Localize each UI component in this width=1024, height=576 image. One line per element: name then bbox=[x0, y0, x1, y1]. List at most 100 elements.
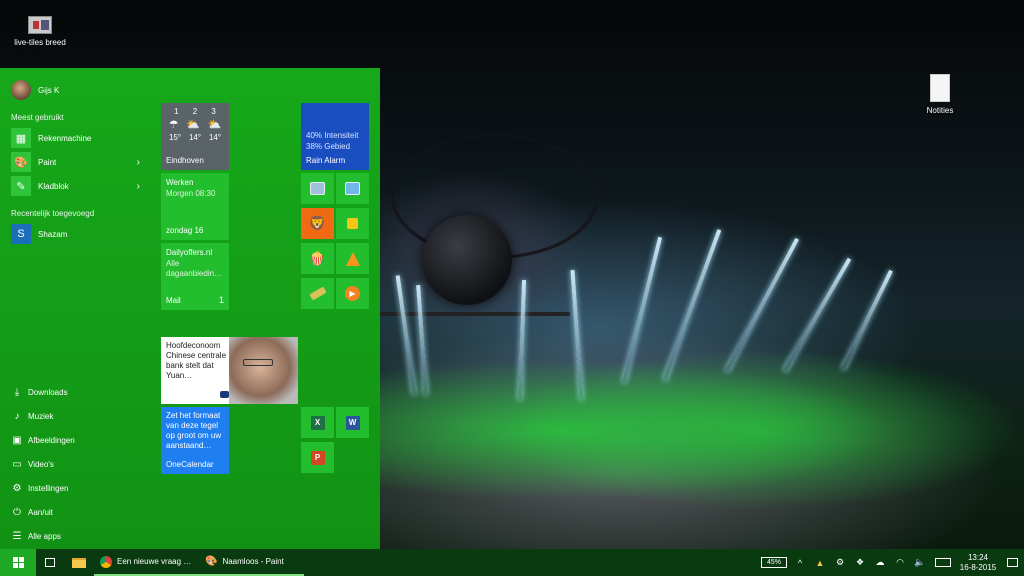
tile-mail[interactable]: Dailyoffers.nl Alle dagaanbiedin… Mail 1 bbox=[161, 243, 229, 310]
taskbar-app-chrome[interactable]: Een nieuwe vraag … bbox=[94, 549, 199, 576]
tile-small-ing[interactable]: 🦁 bbox=[301, 208, 334, 239]
taskbar: Een nieuwe vraag … 🎨 Naamloos - Paint 45… bbox=[0, 549, 1024, 576]
dropbox-tray[interactable]: ❖ bbox=[850, 549, 870, 576]
tile-small-excel[interactable]: X bbox=[301, 407, 334, 438]
app-item-label: Rekenmachine bbox=[38, 133, 92, 143]
keyboard-icon bbox=[935, 558, 951, 567]
chevron-up-icon: ^ bbox=[797, 557, 803, 568]
weather-temp: 14° bbox=[208, 133, 222, 142]
link-afbeeldingen[interactable]: ▣ Afbeeldingen bbox=[11, 432, 74, 448]
chevron-right-icon[interactable]: › bbox=[137, 181, 140, 192]
weather-day: 3 bbox=[211, 107, 216, 116]
link-label: Alle apps bbox=[28, 531, 61, 541]
desktop-icon-notities[interactable]: Notities bbox=[920, 74, 960, 115]
rain-icon: ☂ bbox=[168, 119, 179, 131]
folder-icon bbox=[72, 557, 86, 568]
tile-small-word[interactable]: W bbox=[336, 407, 369, 438]
tile-small-sticky[interactable] bbox=[336, 208, 369, 239]
taskbar-app-paint[interactable]: 🎨 Naamloos - Paint bbox=[199, 549, 304, 576]
tile-small-popcorn[interactable]: 🍿 bbox=[301, 243, 334, 274]
user-account-button[interactable]: Gijs K bbox=[11, 80, 59, 100]
tile-label: Eindhoven bbox=[166, 156, 204, 165]
link-downloads[interactable]: ⤓ Downloads bbox=[11, 384, 68, 400]
wallpaper-light-beam bbox=[841, 269, 893, 371]
mail-subject-cont: dagaanbiedin… bbox=[166, 269, 223, 278]
wallpaper-light-beam bbox=[662, 229, 722, 381]
tile-small-vlc[interactable] bbox=[336, 243, 369, 274]
calculator-icon: ▦ bbox=[11, 128, 31, 148]
wallpaper-light-beam bbox=[570, 270, 584, 400]
tile-small-powerpoint[interactable]: P bbox=[301, 442, 334, 473]
app-item-rekenmachine[interactable]: ▦ Rekenmachine bbox=[11, 128, 146, 148]
weather-temp: 14° bbox=[188, 133, 202, 142]
link-instellingen[interactable]: ⚙ Instellingen bbox=[11, 480, 69, 496]
show-hidden-icons-button[interactable]: ^ bbox=[790, 549, 810, 576]
start-menu: Gijs K Meest gebruikt ▦ Rekenmachine 🎨 P… bbox=[0, 68, 380, 549]
link-videos[interactable]: ▭ Video's bbox=[11, 456, 54, 472]
tile-weather[interactable]: 1 2 3 ☂ ⛅ ⛅ 15° 14° 14° Eindhoven bbox=[161, 103, 229, 170]
touch-keyboard-button[interactable] bbox=[930, 549, 956, 576]
file-explorer-button[interactable] bbox=[64, 549, 94, 576]
shazam-icon: S bbox=[11, 224, 31, 244]
desktop-icon-live-tiles[interactable]: live-tiles breed bbox=[8, 16, 72, 47]
avatar bbox=[11, 80, 31, 100]
tile-small-player[interactable]: ▶ bbox=[336, 278, 369, 309]
volume-tray[interactable]: 🔈 bbox=[910, 549, 930, 576]
app-item-shazam[interactable]: S Shazam bbox=[11, 224, 146, 244]
battery-percent: 45% bbox=[766, 559, 781, 566]
image-icon: ▣ bbox=[12, 434, 22, 446]
video-icon: ▭ bbox=[12, 458, 22, 470]
rain-area: 38% Gebied bbox=[306, 142, 351, 151]
tile-label: OneCalendar bbox=[166, 460, 214, 469]
tile-rain-alarm[interactable]: 40% Intensiteit 38% Gebied Rain Alarm bbox=[301, 103, 369, 170]
tile-label: Mail bbox=[166, 296, 181, 305]
partly-cloudy-icon: ⛅ bbox=[207, 119, 222, 131]
desktop-icon-label: live-tiles breed bbox=[14, 38, 66, 47]
link-muziek[interactable]: ♪ Muziek bbox=[11, 408, 54, 424]
tools-icon bbox=[308, 286, 327, 301]
chevron-right-icon[interactable]: › bbox=[137, 157, 140, 168]
wallpaper-light-beam bbox=[782, 257, 852, 373]
start-menu-left-pane: Gijs K Meest gebruikt ▦ Rekenmachine 🎨 P… bbox=[0, 68, 150, 549]
weather-icons: ☂ ⛅ ⛅ bbox=[161, 116, 229, 131]
battery-indicator[interactable]: 45% bbox=[758, 549, 790, 576]
sticky-note-icon bbox=[347, 218, 358, 229]
action-center-button[interactable] bbox=[1000, 549, 1024, 576]
tile-label: Rain Alarm bbox=[306, 156, 346, 165]
taskbar-app-label: Een nieuwe vraag … bbox=[117, 557, 192, 566]
most-used-heading: Meest gebruikt bbox=[11, 113, 64, 122]
tile-small-photos[interactable] bbox=[301, 173, 334, 204]
wallpaper-disco-ball bbox=[422, 215, 512, 305]
glasses-shape bbox=[243, 359, 273, 366]
start-button[interactable] bbox=[0, 549, 36, 576]
wifi-icon: ◠ bbox=[896, 557, 904, 567]
calendar-event-title: Werken bbox=[166, 178, 194, 187]
mail-count-badge: 1 bbox=[218, 295, 224, 305]
link-label: Muziek bbox=[28, 411, 54, 421]
tile-small-tools[interactable] bbox=[301, 278, 334, 309]
clock-time: 13:24 bbox=[967, 552, 989, 562]
tile-onecalendar[interactable]: Zet het formaat van deze tegel op groot … bbox=[161, 407, 229, 474]
wallpaper-truss-bar bbox=[380, 312, 570, 316]
news-source-icon bbox=[220, 391, 229, 398]
excel-icon: X bbox=[310, 415, 325, 430]
task-view-button[interactable] bbox=[36, 549, 64, 576]
tile-news[interactable]: Hoofdeconoom Chinese centrale bank stelt… bbox=[161, 337, 298, 404]
word-icon: W bbox=[345, 415, 360, 430]
clock[interactable]: 13:24 16-8-2015 bbox=[956, 549, 1000, 576]
link-label: Video's bbox=[28, 459, 54, 469]
onedrive-tray[interactable]: ☁ bbox=[870, 549, 890, 576]
tile-calendar[interactable]: Werken Morgen 08:30 zondag 16 bbox=[161, 173, 229, 240]
weather-days: 1 2 3 bbox=[161, 103, 229, 116]
link-label: Downloads bbox=[28, 387, 68, 397]
app-item-kladblok[interactable]: ✎ Kladblok › bbox=[11, 176, 146, 196]
app-item-paint[interactable]: 🎨 Paint › bbox=[11, 152, 146, 172]
weather-temp: 15° bbox=[168, 133, 182, 142]
network-tray[interactable]: ◠ bbox=[890, 549, 910, 576]
google-drive-tray[interactable]: ▲ bbox=[810, 549, 830, 576]
lion-logo-icon: 🦁 bbox=[308, 215, 327, 231]
settings-tray[interactable]: ⚙ bbox=[830, 549, 850, 576]
tile-small-contacts[interactable] bbox=[336, 173, 369, 204]
link-aan-uit[interactable]: ⏻ Aan/uit bbox=[11, 504, 53, 520]
link-alle-apps[interactable]: ☰ Alle apps bbox=[11, 528, 61, 544]
